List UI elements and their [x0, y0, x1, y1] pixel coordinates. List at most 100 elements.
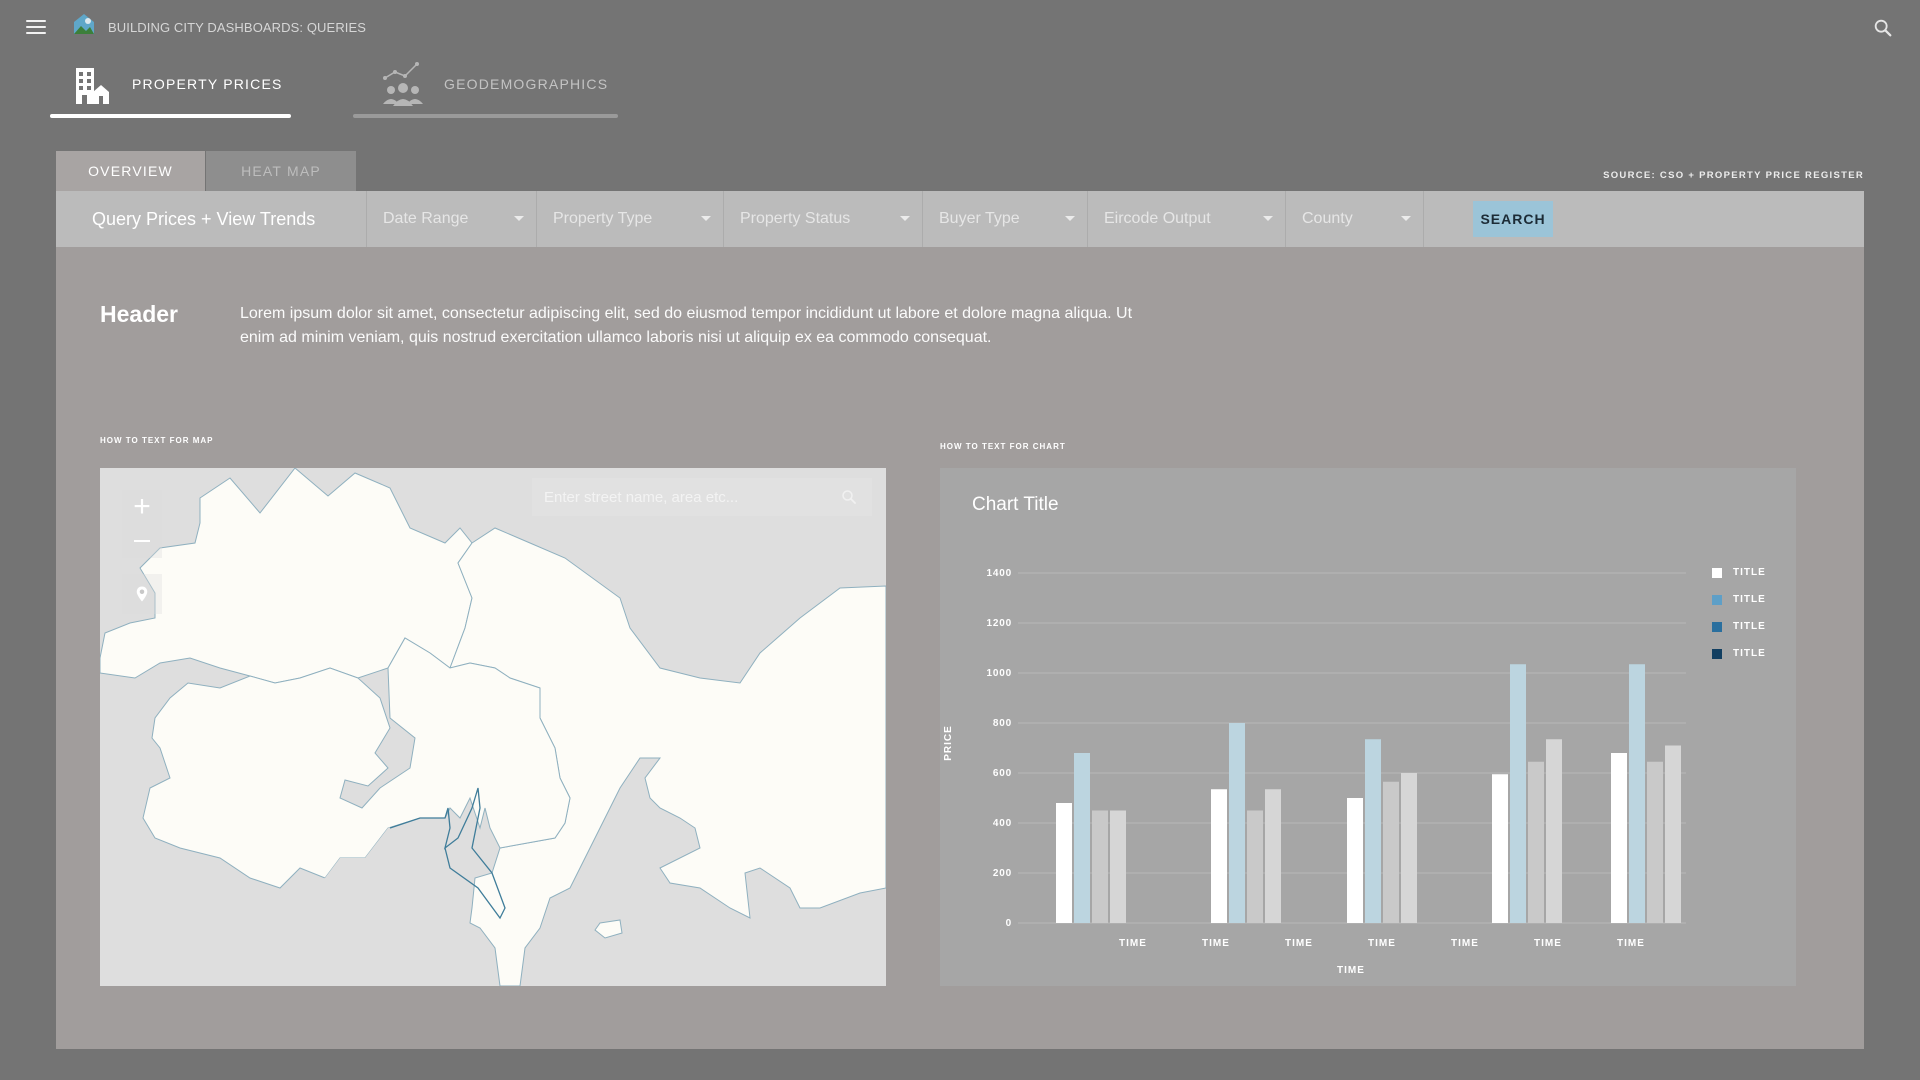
logo-icon	[74, 14, 94, 34]
dropdown-placeholder: Date Range	[383, 210, 469, 227]
search-button[interactable]: SEARCH	[1473, 201, 1553, 237]
chevron-down-icon	[1263, 216, 1273, 221]
chevron-down-icon	[514, 216, 524, 221]
chevron-down-icon	[1401, 216, 1411, 221]
chart-bar	[1647, 761, 1663, 923]
dropdown-placeholder: Property Type	[553, 210, 653, 227]
y-tick-label: 600	[993, 768, 1012, 779]
section-description: Lorem ipsum dolor sit amet, consectetur …	[240, 305, 1133, 346]
menu-icon[interactable]	[26, 20, 46, 36]
x-tick-label: TIME	[1617, 938, 1645, 949]
source-note: SOURCE: CSO + PROPERTY PRICE REGISTER	[1603, 170, 1864, 181]
dropdown-county[interactable]: County	[1285, 191, 1423, 247]
overview-panel: Query Prices + View Trends Date Range Pr…	[56, 191, 1864, 1049]
y-tick-label: 1000	[987, 668, 1012, 679]
chart-bar	[1074, 753, 1090, 923]
active-tab-indicator	[50, 114, 291, 118]
locate-button[interactable]	[122, 574, 162, 614]
dropdown-placeholder: Eircode Output	[1104, 210, 1211, 227]
legend-swatch	[1712, 649, 1722, 659]
x-tick-label: TIME	[1202, 938, 1230, 949]
people-trend-icon	[383, 62, 423, 106]
section-header: Header	[100, 301, 178, 327]
x-axis-label: TIME	[1337, 965, 1365, 976]
y-tick-label: 1400	[987, 568, 1012, 579]
zoom-out-icon	[134, 540, 150, 542]
y-tick-label: 400	[993, 818, 1012, 829]
chart-bar	[1365, 739, 1381, 923]
filter-bar: Query Prices + View Trends Date Range Pr…	[56, 191, 1864, 247]
x-tick-label: TIME	[1368, 938, 1396, 949]
bar-chart: 0 200 400 600 800 1000 1200 1400 TIME TIME TIME TIM…	[943, 568, 1686, 976]
x-tick-label: TIME	[1285, 938, 1313, 949]
chevron-down-icon	[900, 216, 910, 221]
zoom-in-button[interactable]: +	[122, 490, 162, 524]
chevron-down-icon	[701, 216, 711, 221]
tab-label: PROPERTY PRICES	[132, 76, 283, 92]
search-icon[interactable]	[1872, 17, 1894, 39]
dropdown-placeholder: Property Status	[740, 210, 851, 227]
legend-label: TITLE	[1733, 594, 1766, 605]
map-search-input[interactable]	[544, 478, 824, 516]
subtab-heat-map[interactable]: HEAT MAP	[206, 151, 356, 191]
chart-bar	[1247, 810, 1263, 923]
map-search-box	[532, 478, 872, 516]
search-icon[interactable]	[840, 488, 858, 506]
dropdown-property-status[interactable]: Property Status	[723, 191, 922, 247]
tab-geodemographics[interactable]: GEODEMOGRAPHICS	[353, 60, 618, 118]
subtab-overview[interactable]: OVERVIEW	[56, 151, 205, 191]
chart-bar	[1347, 798, 1363, 923]
legend-item: TITLE	[1712, 646, 1782, 660]
building-icon	[76, 68, 109, 104]
legend-label: TITLE	[1733, 648, 1766, 659]
app-title: BUILDING CITY DASHBOARDS: QUERIES	[108, 20, 367, 35]
map-caption: HOW TO TEXT FOR MAP	[100, 436, 214, 445]
y-tick-label: 0	[1006, 918, 1012, 929]
dropdown-date-range[interactable]: Date Range	[366, 191, 536, 247]
filter-bar-title: Query Prices + View Trends	[92, 209, 316, 229]
chart-bar	[1546, 739, 1562, 923]
dropdown-eircode-output[interactable]: Eircode Output	[1087, 191, 1285, 247]
chart-bar	[1510, 664, 1526, 923]
chart-bar	[1629, 664, 1645, 923]
chart-caption: HOW TO TEXT FOR CHART	[940, 442, 1066, 451]
chart-bar	[1229, 723, 1245, 923]
legend-swatch	[1712, 622, 1722, 632]
tab-label: GEODEMOGRAPHICS	[444, 76, 609, 92]
divider	[1423, 191, 1424, 247]
chart-bar	[1611, 753, 1627, 923]
dropdown-property-type[interactable]: Property Type	[536, 191, 723, 247]
chevron-down-icon	[1065, 216, 1075, 221]
legend-label: TITLE	[1733, 567, 1766, 578]
location-pin-icon	[136, 586, 148, 602]
tab-property-prices[interactable]: PROPERTY PRICES	[50, 60, 291, 118]
chart-bar	[1211, 789, 1227, 923]
tab-indicator	[353, 114, 618, 118]
chart-bar	[1383, 781, 1399, 923]
dropdown-placeholder: Buyer Type	[939, 210, 1020, 227]
y-tick-label: 800	[993, 718, 1012, 729]
chart-card: Chart Title 0 200 400 600 800 1000 1200 1400 TIM…	[940, 468, 1796, 986]
x-tick-label: TIME	[1119, 938, 1147, 949]
x-tick-label: TIME	[1451, 938, 1479, 949]
legend-swatch	[1712, 568, 1722, 578]
chart-bar	[1056, 803, 1072, 923]
legend-item: TITLE	[1712, 592, 1782, 606]
legend-item: TITLE	[1712, 565, 1782, 579]
zoom-out-button[interactable]	[122, 524, 162, 558]
y-axis-label: PRICE	[943, 725, 954, 761]
y-tick-label: 1200	[987, 618, 1012, 629]
map-view[interactable]: +	[100, 468, 886, 986]
legend-label: TITLE	[1733, 621, 1766, 632]
y-tick-label: 200	[993, 868, 1012, 879]
chart-bar	[1492, 774, 1508, 923]
legend-swatch	[1712, 595, 1722, 605]
chart-bar	[1110, 810, 1126, 923]
chart-bar	[1092, 810, 1108, 923]
x-tick-label: TIME	[1534, 938, 1562, 949]
dropdown-buyer-type[interactable]: Buyer Type	[922, 191, 1087, 247]
chart-bar	[1665, 745, 1681, 923]
chart-bar	[1265, 789, 1281, 923]
chart-bar	[1401, 773, 1417, 923]
chart-bar	[1528, 761, 1544, 923]
